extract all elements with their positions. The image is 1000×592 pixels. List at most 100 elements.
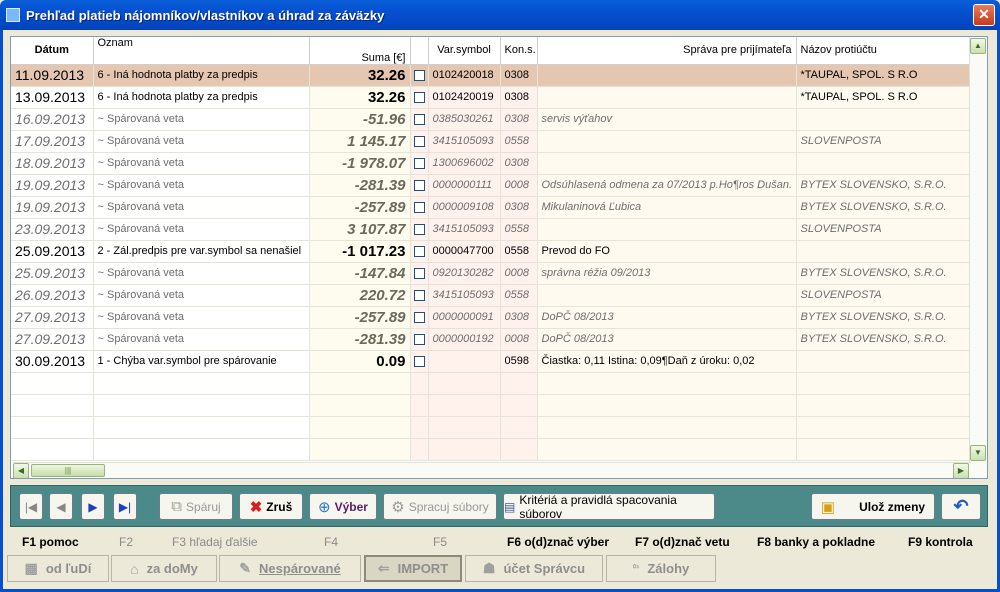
zrus-button[interactable]: ✖ Zruš xyxy=(239,493,303,520)
row-checkbox[interactable] xyxy=(413,267,425,279)
tab-import[interactable]: ⇐ IMPORT xyxy=(364,555,462,582)
function-key-bar: F1 pomoc F2 F3 hľadaj ďalšie F4 F5 F6 o(… xyxy=(10,533,988,551)
row-checkbox[interactable] xyxy=(413,311,425,323)
table-row[interactable]: 16.09.2013 ~ Spárovaná veta -51.96 03850302… xyxy=(11,108,970,131)
row-checkbox[interactable] xyxy=(413,333,425,345)
cell-var-symbol: 0000000111 xyxy=(428,174,501,197)
payments-grid[interactable]: Dátum Oznam Suma [€] Var.symbol Kon.s. S… xyxy=(10,36,988,479)
row-checkbox[interactable] xyxy=(413,157,425,169)
table-row[interactable]: 19.09.2013 ~ Spárovaná veta -281.39 0000000… xyxy=(11,174,970,197)
row-checkbox[interactable] xyxy=(413,201,425,213)
scroll-right-button[interactable]: ▶ xyxy=(953,463,969,478)
table-row[interactable]: 25.09.2013 ~ Spárovaná veta -147.84 0920130… xyxy=(11,262,970,285)
table-row[interactable]: 18.09.2013 ~ Spárovaná veta -1 978.07 13006… xyxy=(11,152,970,175)
table-row[interactable]: 19.09.2013 ~ Spárovaná veta -257.89 0000009… xyxy=(11,196,970,219)
table-row[interactable]: 11.09.2013 6 - Iná hodnota platby za pred… xyxy=(11,64,970,87)
vertical-scrollbar[interactable]: ▲ ▼ xyxy=(969,37,987,478)
uloz-zmeny-button[interactable]: ▣ Ulož zmeny xyxy=(811,493,935,520)
cell-oznam: ~ Spárovaná veta xyxy=(93,262,310,285)
col-header-var-symbol[interactable]: Var.symbol xyxy=(428,37,501,65)
cell-check[interactable] xyxy=(410,306,429,329)
cell-date-empty xyxy=(11,416,94,439)
spracuj-subory-button[interactable]: ⚙ Spracuj súbory xyxy=(383,493,497,520)
nav-prev-button[interactable]: ◀ xyxy=(49,493,73,520)
sparuj-label: Spáruj xyxy=(186,499,221,514)
table-row[interactable]: 27.09.2013 ~ Spárovaná veta -281.39 0000000… xyxy=(11,328,970,351)
nav-first-button[interactable]: |◀ xyxy=(19,493,43,520)
col-header-kon-symbol[interactable]: Kon.s. xyxy=(500,37,538,65)
fkey-f8[interactable]: F8 banky a pokladne xyxy=(757,535,875,549)
cell-check[interactable] xyxy=(410,350,429,373)
cell-kon-symbol: 0308 xyxy=(500,306,538,329)
cell-sprava-empty xyxy=(537,394,797,417)
row-checkbox[interactable] xyxy=(413,223,425,235)
sparuj-button[interactable]: ⧉ Spáruj xyxy=(159,493,233,520)
fkey-f1[interactable]: F1 pomoc xyxy=(22,535,79,549)
scroll-thumb[interactable]: ||| xyxy=(31,464,105,477)
cell-sprava-empty xyxy=(537,416,797,439)
fkey-f6[interactable]: F6 o(d)znač výber xyxy=(507,535,609,549)
row-checkbox[interactable] xyxy=(413,113,425,125)
fkey-f7[interactable]: F7 o(d)znač vetu xyxy=(635,535,730,549)
cell-date: 11.09.2013 xyxy=(11,64,94,87)
row-checkbox[interactable] xyxy=(413,91,425,103)
cell-check[interactable] xyxy=(410,152,429,175)
kriteria-button[interactable]: ▤ Kritériá a pravidlá spacovania súborov xyxy=(503,493,715,521)
nav-next-button[interactable]: ▶ xyxy=(81,493,105,520)
table-row[interactable]: 23.09.2013 ~ Spárovaná veta 3 107.87 341510… xyxy=(11,218,970,241)
cell-suma: 32.26 xyxy=(309,64,411,87)
col-header-oznam[interactable]: Oznam xyxy=(93,37,310,65)
cell-check[interactable] xyxy=(410,284,429,307)
table-row[interactable]: 26.09.2013 ~ Spárovaná veta 220.72 34151050… xyxy=(11,284,970,307)
cell-check[interactable] xyxy=(410,64,429,87)
horizontal-scrollbar[interactable]: ◀ ||| ▶ xyxy=(13,462,971,478)
col-header-datum[interactable]: Dátum xyxy=(11,37,94,65)
cell-check[interactable] xyxy=(410,86,429,109)
col-header-nazov[interactable]: Názov protiúčtu xyxy=(796,37,970,65)
cell-kon-symbol: 0598 xyxy=(500,350,538,373)
cell-check[interactable] xyxy=(410,174,429,197)
scroll-down-button[interactable]: ▼ xyxy=(970,445,986,461)
close-button[interactable]: ✕ xyxy=(973,4,995,26)
row-checkbox[interactable] xyxy=(413,135,425,147)
cell-date: 13.09.2013 xyxy=(11,86,94,109)
table-row[interactable]: 25.09.2013 2 - Zál.predpis pre var.symbol… xyxy=(11,240,970,263)
row-checkbox[interactable] xyxy=(413,69,425,81)
row-checkbox[interactable] xyxy=(413,289,425,301)
row-checkbox[interactable] xyxy=(413,179,425,191)
cell-oznam: ~ Spárovaná veta xyxy=(93,196,310,219)
vyber-button[interactable]: ⊕ Výber xyxy=(309,493,377,520)
tab-od-ludi[interactable]: ▦ od ľuDí xyxy=(7,555,109,582)
scroll-left-button[interactable]: ◀ xyxy=(13,463,29,478)
cell-sprava: Čiastka: 0,11 Istina: 0,09¶Daň z úroku: … xyxy=(537,350,797,373)
cell-check[interactable] xyxy=(410,262,429,285)
col-header-sprava[interactable]: Správa pre prijímateľa xyxy=(537,37,797,65)
cell-kon-symbol: 0558 xyxy=(500,284,538,307)
tab-zalohy[interactable]: ⁰¹ Zálohy xyxy=(606,555,716,582)
cell-kon-symbol: 0308 xyxy=(500,86,538,109)
cell-check[interactable] xyxy=(410,218,429,241)
table-row[interactable]: 30.09.2013 1 - Chýba var.symbol pre spáro… xyxy=(11,350,970,373)
cell-var-symbol-empty xyxy=(428,372,501,395)
cell-nazov: BYTEX SLOVENSKO, S.R.O. xyxy=(796,174,970,197)
undo-button[interactable]: ↶ xyxy=(941,493,981,520)
tab-za-domy[interactable]: ⌂ za doMy xyxy=(111,555,217,582)
cell-var-symbol: 0920130282 xyxy=(428,262,501,285)
cell-check[interactable] xyxy=(410,130,429,153)
nav-last-button[interactable]: ▶| xyxy=(113,493,137,520)
cell-check[interactable] xyxy=(410,108,429,131)
row-checkbox[interactable] xyxy=(413,245,425,257)
fkey-f9[interactable]: F9 kontrola xyxy=(908,535,973,549)
cell-check[interactable] xyxy=(410,240,429,263)
cell-check[interactable] xyxy=(410,196,429,219)
col-header-suma[interactable]: Suma [€] xyxy=(309,37,411,65)
scroll-up-button[interactable]: ▲ xyxy=(970,38,986,54)
table-row[interactable]: 13.09.2013 6 - Iná hodnota platby za pred… xyxy=(11,86,970,109)
tab-ucet-spravcu[interactable]: ☗ účet Správcu xyxy=(465,555,603,582)
table-row[interactable]: 27.09.2013 ~ Spárovaná veta -257.89 0000000… xyxy=(11,306,970,329)
cell-check[interactable] xyxy=(410,328,429,351)
window-title: Prehľad platieb nájomníkov/vlastníkov a … xyxy=(26,8,385,23)
table-row[interactable]: 17.09.2013 ~ Spárovaná veta 1 145.17 341510… xyxy=(11,130,970,153)
row-checkbox[interactable] xyxy=(413,355,425,367)
tab-nesparovane[interactable]: ✎ Nespárované xyxy=(219,555,361,582)
